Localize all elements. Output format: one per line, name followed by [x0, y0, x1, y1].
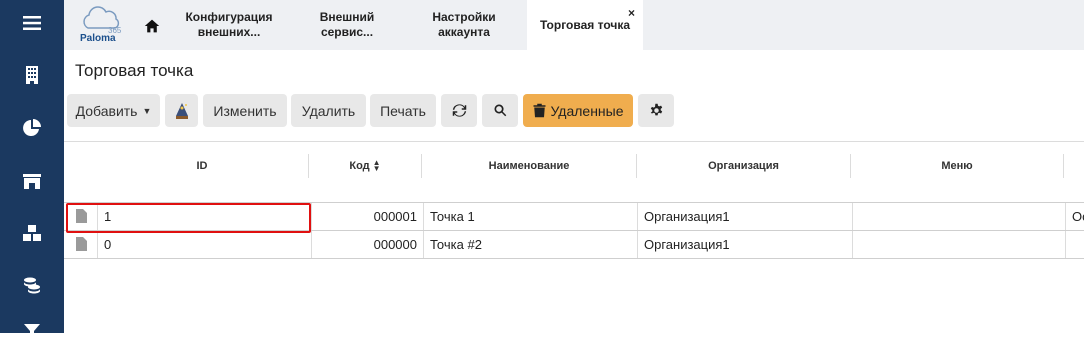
- cell-name[interactable]: Точка #2: [423, 231, 637, 258]
- paloma-logo[interactable]: 365 Paloma: [80, 4, 124, 46]
- tab-label: Торговая точка: [539, 17, 631, 32]
- gear-icon: [650, 103, 662, 116]
- wizard-icon: [175, 102, 188, 119]
- column-label: Меню: [941, 160, 973, 172]
- coins-icon[interactable]: [20, 273, 44, 297]
- cell-menu[interactable]: [852, 203, 1065, 230]
- filter-icon[interactable]: [20, 320, 44, 344]
- tab-account-settings[interactable]: Настройки аккаунта: [406, 0, 522, 50]
- cell-extra[interactable]: [1065, 231, 1084, 258]
- edit-label: Изменить: [213, 102, 277, 119]
- cell-organization[interactable]: Организация1: [637, 203, 852, 230]
- search-button[interactable]: [482, 94, 518, 127]
- sidebar: [0, 0, 64, 339]
- add-dropdown-button[interactable]: Добавить ▼: [67, 94, 160, 127]
- tab-trade-point[interactable]: Торговая точка ×: [527, 0, 643, 50]
- document-icon: [76, 237, 87, 251]
- caret-down-icon: ▼: [142, 105, 152, 116]
- cell-code[interactable]: 000000: [311, 231, 423, 258]
- print-label: Печать: [380, 102, 426, 119]
- column-label: Организация: [708, 160, 779, 172]
- tab-config-external[interactable]: Конфигурация внешних...: [170, 0, 288, 50]
- delete-button[interactable]: Удалить: [291, 94, 366, 127]
- page-title: Торговая точка: [75, 61, 194, 80]
- print-button[interactable]: Печать: [370, 94, 436, 127]
- store-icon[interactable]: [20, 169, 44, 193]
- column-header-id[interactable]: ID: [96, 154, 309, 178]
- deleted-label: Удаленные: [550, 102, 624, 119]
- menu-icon[interactable]: [20, 11, 44, 35]
- tab-label: Внешний сервис...: [319, 10, 375, 39]
- refresh-icon: [452, 104, 466, 117]
- building-icon[interactable]: [20, 63, 44, 87]
- home-icon[interactable]: [142, 16, 162, 36]
- tab-external-service[interactable]: Внешний сервис...: [298, 0, 396, 50]
- sort-icon[interactable]: ▲ ▼: [373, 159, 381, 173]
- deleted-items-button[interactable]: Удаленные: [523, 94, 633, 127]
- grid-header: ID Код ▲ ▼ Наименование Организация Меню: [64, 141, 1084, 203]
- trash-icon: [533, 103, 546, 118]
- column-header-code[interactable]: Код ▲ ▼: [309, 154, 422, 178]
- column-label: Код: [349, 160, 370, 172]
- cell-name[interactable]: Точка 1: [423, 203, 637, 230]
- column-label: Наименование: [488, 160, 570, 172]
- selection-highlight: [66, 203, 311, 233]
- cell-id[interactable]: 0: [97, 231, 311, 258]
- search-icon: [494, 104, 506, 117]
- column-header-name[interactable]: Наименование: [422, 154, 637, 178]
- pie-chart-icon[interactable]: [20, 116, 44, 140]
- tab-label: Настройки аккаунта: [432, 10, 496, 39]
- tab-bar: 365 Paloma Конфигурация внешних... Внешн…: [64, 0, 1084, 50]
- cell-code[interactable]: 000001: [311, 203, 423, 230]
- column-label: ID: [196, 160, 208, 172]
- edit-button[interactable]: Изменить: [203, 94, 287, 127]
- settings-button[interactable]: [638, 94, 674, 127]
- cell-extra[interactable]: Ос: [1065, 203, 1084, 230]
- close-icon[interactable]: ×: [628, 6, 635, 21]
- wizard-button[interactable]: [165, 94, 198, 127]
- cell-organization[interactable]: Организация1: [637, 231, 852, 258]
- tab-label: Конфигурация внешних...: [185, 10, 273, 39]
- refresh-button[interactable]: [441, 94, 477, 127]
- boxes-icon[interactable]: [20, 221, 44, 245]
- add-label: Добавить: [75, 102, 138, 119]
- column-header-organization[interactable]: Организация: [637, 154, 851, 178]
- logo-text: Paloma: [80, 33, 116, 44]
- cell-menu[interactable]: [852, 231, 1065, 258]
- column-header-menu[interactable]: Меню: [851, 154, 1064, 178]
- table-row[interactable]: 0 000000 Точка #2 Организация1: [64, 231, 1084, 259]
- delete-label: Удалить: [301, 102, 356, 119]
